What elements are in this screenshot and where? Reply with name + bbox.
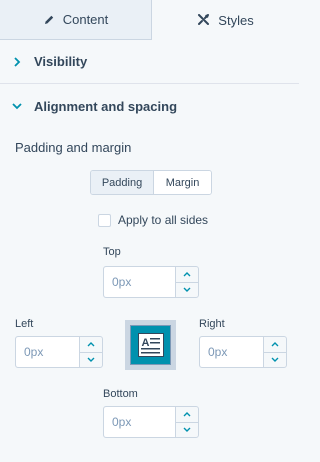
section-visibility[interactable]: Visibility <box>0 40 299 84</box>
margin-button[interactable]: Margin <box>154 171 211 194</box>
top-input[interactable]: 0px <box>104 267 175 297</box>
padding-margin-title: Padding and margin <box>15 140 132 155</box>
tab-content-label: Content <box>62 12 109 27</box>
chevron-right-icon <box>0 56 34 67</box>
chevron-down-icon <box>0 102 34 110</box>
bottom-increment-button[interactable] <box>176 407 198 423</box>
left-stepper <box>79 337 102 367</box>
chevron-down-icon <box>87 357 95 363</box>
right-input[interactable]: 0px <box>200 337 263 367</box>
chevron-down-icon <box>183 427 191 433</box>
right-increment-button[interactable] <box>264 337 286 353</box>
left-label: Left <box>15 318 34 330</box>
right-decrement-button[interactable] <box>264 353 286 368</box>
editor-tabs: Content Styles <box>0 0 299 40</box>
bottom-label: Bottom <box>103 388 138 400</box>
right-stepper <box>263 337 286 367</box>
bottom-field[interactable]: 0px <box>103 406 199 438</box>
bottom-input[interactable]: 0px <box>104 407 175 437</box>
chevron-up-icon <box>183 411 191 417</box>
left-field[interactable]: 0px <box>15 336 103 368</box>
chevron-down-icon <box>271 357 279 363</box>
top-decrement-button[interactable] <box>176 283 198 298</box>
section-visibility-label: Visibility <box>34 54 88 69</box>
chevron-down-icon <box>183 287 191 293</box>
pencil-icon <box>44 15 53 24</box>
top-field[interactable]: 0px <box>103 266 199 298</box>
tab-content[interactable]: Content <box>0 0 152 40</box>
styles-icon <box>198 14 210 25</box>
right-label: Right <box>199 318 225 330</box>
box-model-content: A <box>130 325 171 365</box>
apply-all-sides-row[interactable]: Apply to all sides <box>98 213 208 227</box>
apply-all-sides-checkbox[interactable] <box>98 213 111 227</box>
apply-all-sides-label: Apply to all sides <box>118 213 209 227</box>
right-field[interactable]: 0px <box>199 336 287 368</box>
chevron-up-icon <box>183 271 191 277</box>
padding-button[interactable]: Padding <box>91 171 154 194</box>
top-increment-button[interactable] <box>176 267 198 283</box>
top-label: Top <box>103 246 121 258</box>
tab-styles[interactable]: Styles <box>152 0 299 40</box>
chevron-up-icon <box>87 341 95 347</box>
left-increment-button[interactable] <box>80 337 102 353</box>
section-alignment-label: Alignment and spacing <box>34 98 178 114</box>
svg-text:A: A <box>141 337 149 349</box>
left-decrement-button[interactable] <box>80 353 102 368</box>
top-stepper <box>175 267 198 297</box>
text-block-icon: A <box>137 333 164 357</box>
left-input[interactable]: 0px <box>16 337 79 367</box>
bottom-stepper <box>175 407 198 437</box>
tab-styles-label: Styles <box>218 12 254 28</box>
chevron-up-icon <box>271 341 279 347</box>
padding-margin-toggle: Padding Margin <box>90 170 212 195</box>
section-alignment[interactable]: Alignment and spacing <box>0 84 299 128</box>
bottom-decrement-button[interactable] <box>176 423 198 438</box>
box-model-icon: A <box>125 320 176 370</box>
